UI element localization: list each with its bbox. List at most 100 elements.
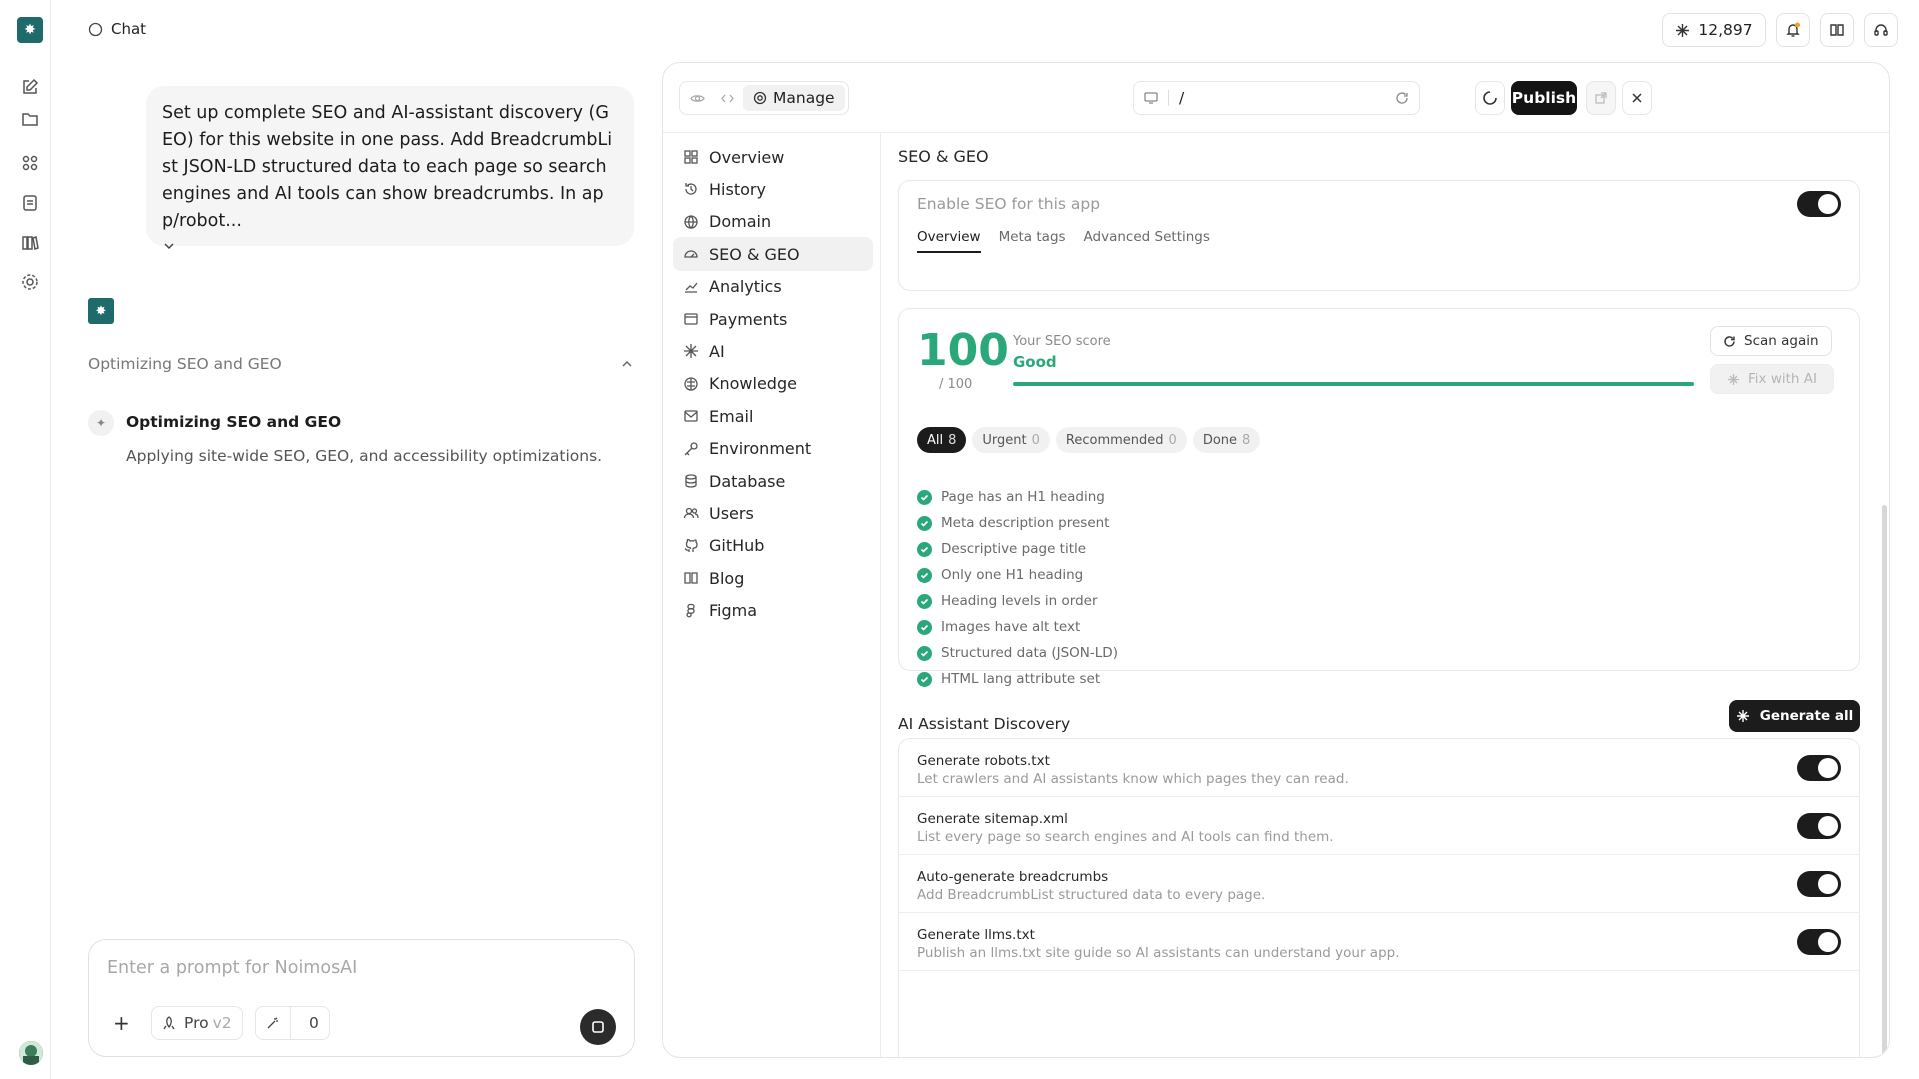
enable-seo-toggle[interactable] bbox=[1797, 191, 1841, 217]
close-panel-button[interactable] bbox=[1622, 81, 1652, 115]
key-icon bbox=[683, 441, 699, 457]
chat-header: Chat bbox=[88, 20, 146, 38]
scan-again-button[interactable]: Scan again bbox=[1710, 326, 1832, 356]
ai-row-toggle[interactable] bbox=[1797, 755, 1841, 781]
nav-item-seo-geo[interactable]: SEO & GEO bbox=[673, 237, 873, 272]
expand-chevron-icon[interactable] bbox=[162, 239, 618, 253]
ai-discovery-title: AI Assistant Discovery bbox=[898, 715, 1071, 733]
fix-with-ai-button[interactable]: Fix with AI bbox=[1710, 364, 1834, 394]
tools-counter[interactable]: 0 bbox=[255, 1006, 330, 1040]
nav-item-payments[interactable]: Payments bbox=[673, 302, 873, 336]
chat-label: Chat bbox=[111, 20, 147, 38]
docs-button[interactable] bbox=[1820, 13, 1854, 47]
check-circle-icon bbox=[917, 619, 932, 635]
new-chat-icon[interactable] bbox=[21, 78, 39, 96]
content-scrollbar[interactable] bbox=[1882, 505, 1887, 1055]
ai-row-description: Add BreadcrumbList structured data to ev… bbox=[917, 887, 1266, 903]
filter-done[interactable]: Done 8 bbox=[1192, 427, 1261, 453]
check-circle-icon bbox=[917, 593, 932, 609]
check-filters: All 8 Urgent 0 Recommended 0 Done 8 bbox=[917, 427, 1261, 453]
headset-icon bbox=[1873, 22, 1889, 38]
preview-toggle[interactable] bbox=[683, 85, 711, 111]
tab-advanced-settings[interactable]: Advanced Settings bbox=[1084, 229, 1210, 253]
ai-row-title: Auto-generate breadcrumbs bbox=[917, 869, 1109, 885]
seo-score-label: Your SEO score bbox=[1013, 334, 1111, 349]
ai-row-toggle[interactable] bbox=[1797, 929, 1841, 955]
history-icon bbox=[683, 181, 699, 197]
manage-toggle[interactable]: Manage bbox=[743, 85, 845, 111]
library-icon[interactable] bbox=[21, 234, 39, 252]
notifications-button[interactable] bbox=[1776, 13, 1810, 47]
nav-item-history[interactable]: History bbox=[673, 172, 873, 206]
credits-badge[interactable]: 12,897 bbox=[1662, 13, 1766, 47]
progress-header[interactable]: Optimizing SEO and GEO bbox=[88, 355, 634, 373]
nav-item-label: Environment bbox=[709, 439, 812, 459]
filter-recommended[interactable]: Recommended 0 bbox=[1055, 427, 1187, 453]
seo-score: 100 bbox=[917, 325, 1009, 376]
nav-item-figma[interactable]: Figma bbox=[673, 594, 873, 628]
nav-item-label: Figma bbox=[709, 601, 758, 621]
generate-all-button[interactable]: Generate all bbox=[1729, 700, 1860, 732]
url-bar[interactable]: / bbox=[1133, 81, 1420, 115]
add-attachment-button[interactable]: + bbox=[107, 1006, 136, 1040]
filter-all[interactable]: All 8 bbox=[917, 427, 967, 453]
ai-row-toggle[interactable] bbox=[1797, 871, 1841, 897]
view-switcher: Manage bbox=[679, 81, 849, 115]
nav-item-database[interactable]: Database bbox=[673, 464, 873, 498]
publish-button[interactable]: Publish bbox=[1511, 81, 1577, 115]
filter-urgent[interactable]: Urgent 0 bbox=[972, 427, 1050, 453]
plus-icon: + bbox=[113, 1011, 130, 1035]
ai-discovery-card: Generate robots.txt Let crawlers and AI a… bbox=[898, 738, 1860, 1057]
stop-button[interactable] bbox=[580, 1009, 616, 1045]
nav-item-overview[interactable]: Overview bbox=[673, 140, 873, 174]
prompt-input[interactable]: Enter a prompt for NoimosAI bbox=[107, 958, 357, 978]
spinner-icon bbox=[1482, 90, 1498, 106]
ai-row-description: Let crawlers and AI assistants know whic… bbox=[917, 771, 1349, 787]
support-button[interactable] bbox=[1864, 13, 1898, 47]
check-label: Structured data (JSON-LD) bbox=[941, 645, 1118, 661]
apps-icon[interactable] bbox=[21, 154, 39, 172]
nav-item-ai[interactable]: AI bbox=[673, 334, 873, 368]
nav-item-knowledge[interactable]: Knowledge bbox=[673, 367, 873, 401]
app-logo[interactable]: ✸ bbox=[17, 17, 43, 43]
seo-score-status: Good bbox=[1013, 353, 1057, 371]
nav-item-domain[interactable]: Domain bbox=[673, 205, 873, 239]
nav-item-email[interactable]: Email bbox=[673, 399, 873, 433]
document-icon[interactable] bbox=[21, 194, 39, 212]
seo-score-fill bbox=[1013, 382, 1694, 386]
ai-discovery-row: Generate robots.txt Let crawlers and AI a… bbox=[899, 739, 1859, 797]
folder-icon[interactable] bbox=[21, 110, 39, 128]
scan-again-label: Scan again bbox=[1744, 333, 1819, 349]
url-path[interactable]: / bbox=[1179, 89, 1395, 107]
chevron-up-icon[interactable] bbox=[620, 357, 634, 371]
settings-icon[interactable] bbox=[21, 273, 39, 291]
generate-all-label: Generate all bbox=[1759, 708, 1854, 724]
step-description: Applying site-wide SEO, GEO, and accessi… bbox=[126, 447, 603, 465]
check-label: Only one H1 heading bbox=[941, 567, 1084, 583]
filter-label: All bbox=[927, 432, 944, 448]
seo-score-max: / 100 bbox=[939, 377, 973, 392]
nav-item-github[interactable]: GitHub bbox=[673, 529, 873, 563]
user-avatar[interactable] bbox=[19, 1041, 43, 1065]
open-external-button[interactable] bbox=[1586, 81, 1616, 115]
mail-icon bbox=[683, 408, 699, 424]
tab-overview[interactable]: Overview bbox=[917, 229, 981, 253]
check-item: Only one H1 heading bbox=[917, 562, 1118, 588]
loading-button[interactable] bbox=[1475, 81, 1505, 115]
code-toggle[interactable] bbox=[713, 85, 741, 111]
nav-item-analytics[interactable]: Analytics bbox=[673, 270, 873, 304]
nav-item-label: History bbox=[709, 179, 766, 199]
ai-row-title: Generate robots.txt bbox=[917, 753, 1050, 769]
model-version: v2 bbox=[212, 1014, 232, 1032]
nav-item-environment[interactable]: Environment bbox=[673, 432, 873, 466]
chat-bubble-icon bbox=[88, 22, 103, 37]
monitor-icon[interactable] bbox=[1144, 91, 1158, 105]
tab-meta-tags[interactable]: Meta tags bbox=[999, 229, 1066, 253]
nav-item-blog[interactable]: Blog bbox=[673, 561, 873, 595]
prompt-composer[interactable]: Enter a prompt for NoimosAI + Pro v2 0 bbox=[88, 939, 635, 1057]
model-selector[interactable]: Pro v2 bbox=[151, 1006, 243, 1040]
refresh-icon[interactable] bbox=[1395, 91, 1409, 105]
nav-item-users[interactable]: Users bbox=[673, 496, 873, 530]
filter-label: Recommended bbox=[1065, 432, 1164, 448]
ai-row-toggle[interactable] bbox=[1797, 813, 1841, 839]
